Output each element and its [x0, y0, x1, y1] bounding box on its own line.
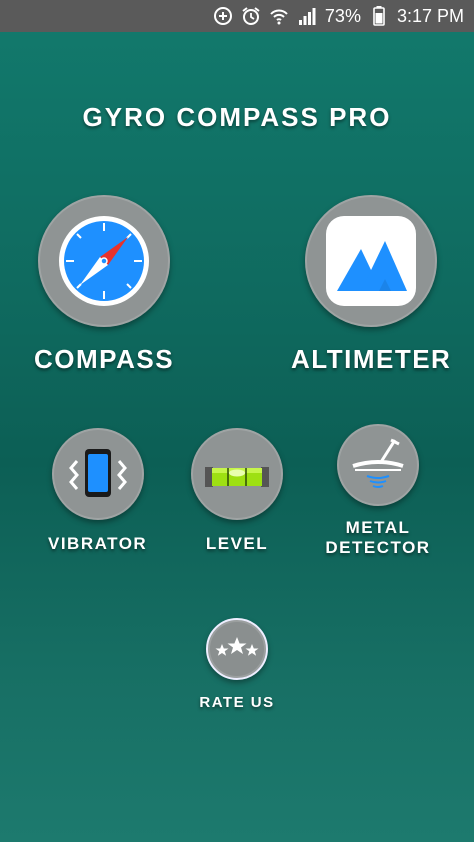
stars-icon [215, 637, 259, 656]
app-title: GYRO COMPASS PRO [82, 102, 392, 132]
vibrator-button[interactable]: VIBRATOR [48, 428, 147, 554]
compass-icon [59, 216, 150, 306]
signal-icon [297, 6, 317, 26]
battery-percent: 73% [324, 5, 361, 26]
level-button[interactable]: LEVEL [191, 428, 283, 554]
metal-detector-label-line2: DETECTOR [325, 537, 431, 557]
status-time: 3:17 PM [396, 5, 464, 26]
compass-button[interactable]: COMPASS [34, 195, 174, 375]
metal-detector-label: METAL DETECTOR [325, 518, 430, 557]
metal-detector-label-line1: METAL [345, 518, 411, 537]
status-bar: 73% 3:17 PM [0, 0, 474, 32]
rate-us-button[interactable]: RATE US [187, 618, 287, 711]
altimeter-label: ALTIMETER [291, 344, 452, 374]
vibrating-phone-icon [68, 449, 127, 497]
altimeter-icon-circle [305, 195, 438, 327]
level-icon-circle [191, 428, 283, 520]
level-label: LEVEL [205, 534, 269, 553]
compass-icon-circle [38, 195, 171, 327]
rate-us-icon-circle [206, 618, 268, 680]
metal-detector-icon [352, 438, 404, 488]
vibrator-label: VIBRATOR [48, 534, 148, 553]
compass-label: COMPASS [34, 344, 175, 374]
altimeter-button[interactable]: ALTIMETER [291, 195, 451, 375]
spirit-level-icon [205, 467, 269, 487]
vibrator-icon-circle [51, 428, 144, 520]
wifi-icon [269, 6, 289, 26]
battery-icon [369, 6, 389, 26]
rate-us-label: RATE US [199, 694, 275, 711]
data-saver-icon [213, 6, 233, 26]
metal-detector-icon-circle [337, 424, 419, 506]
alarm-icon [241, 6, 261, 26]
mountain-icon [326, 216, 417, 306]
metal-detector-button[interactable]: METAL DETECTOR [322, 424, 434, 557]
